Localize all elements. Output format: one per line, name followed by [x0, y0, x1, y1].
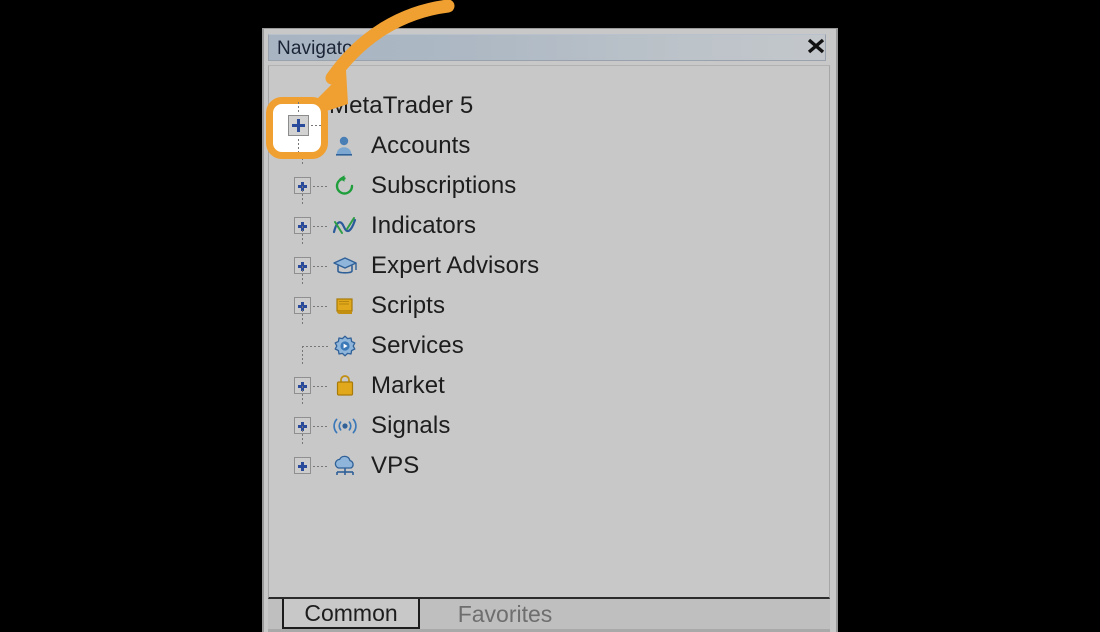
tree-item-label: Indicators: [371, 212, 476, 240]
tree-item-label: Signals: [371, 412, 450, 440]
tree-spine: [302, 346, 303, 366]
tree-connector: [313, 226, 327, 227]
tab-common[interactable]: Common: [282, 599, 420, 629]
navigator-titlebar: Navigator: [268, 34, 826, 61]
refresh-icon: [331, 172, 359, 200]
navigator-tree[interactable]: MetaTrader 5 Accounts: [268, 65, 830, 599]
tree-item-services[interactable]: Services: [269, 326, 829, 366]
tree-spine: [302, 306, 303, 326]
tree-connector: [313, 386, 327, 387]
tree-item-metatrader5[interactable]: MetaTrader 5: [269, 86, 829, 126]
tree-item-label: Subscriptions: [371, 172, 516, 200]
tree-spine: [302, 186, 303, 206]
expander-vps[interactable]: [294, 457, 311, 474]
tree-connector: [313, 466, 327, 467]
tree-connector: [302, 346, 328, 347]
shopping-bag-icon: [331, 372, 359, 400]
scroll-icon: [331, 292, 359, 320]
tree-connector: [313, 266, 327, 267]
tree-spine: [298, 102, 299, 113]
tab-strip: Common Favorites: [268, 599, 830, 629]
tree-item-label: MetaTrader 5: [329, 92, 473, 120]
tree-item-label: Services: [371, 332, 464, 360]
tree-spine: [302, 226, 303, 246]
tree-connector: [313, 426, 327, 427]
close-icon[interactable]: [804, 36, 828, 56]
tab-favorites[interactable]: Favorites: [420, 599, 590, 629]
tree-item-signals[interactable]: Signals: [269, 406, 829, 446]
cloud-network-icon: [331, 452, 359, 480]
tree-connector: [311, 125, 323, 126]
expander-accounts-highlighted[interactable]: [288, 115, 309, 136]
tree-item-vps[interactable]: VPS: [269, 446, 829, 486]
tree-item-scripts[interactable]: Scripts: [269, 286, 829, 326]
tree-item-label: Accounts: [371, 132, 471, 160]
tree-spine: [302, 386, 303, 406]
tree-item-label: Expert Advisors: [371, 252, 539, 280]
tree-item-accounts[interactable]: Accounts: [269, 126, 829, 166]
tree-spine: [302, 266, 303, 286]
tree-spine: [302, 426, 303, 446]
tree-item-indicators[interactable]: Indicators: [269, 206, 829, 246]
tree-item-label: Market: [371, 372, 445, 400]
tree-item-market[interactable]: Market: [269, 366, 829, 406]
broadcast-icon: [331, 412, 359, 440]
tab-label: Favorites: [458, 601, 553, 628]
tree-item-subscriptions[interactable]: Subscriptions: [269, 166, 829, 206]
page-title: Navigator: [277, 38, 359, 60]
tree-item-label: VPS: [371, 452, 419, 480]
tree-connector: [313, 186, 327, 187]
user-icon: [331, 132, 359, 160]
wave-chart-icon: [331, 212, 359, 240]
gear-play-icon: [331, 332, 359, 360]
navigator-panel: Navigator MetaTrader 5: [262, 28, 838, 632]
screenshot-root: Navigator MetaTrader 5: [0, 0, 1100, 632]
tree-spine: [298, 139, 299, 152]
tree-item-expert-advisors[interactable]: Expert Advisors: [269, 246, 829, 286]
tab-label: Common: [304, 600, 397, 627]
tree-item-label: Scripts: [371, 292, 445, 320]
tree-connector: [313, 306, 327, 307]
graduation-cap-icon: [331, 252, 359, 280]
